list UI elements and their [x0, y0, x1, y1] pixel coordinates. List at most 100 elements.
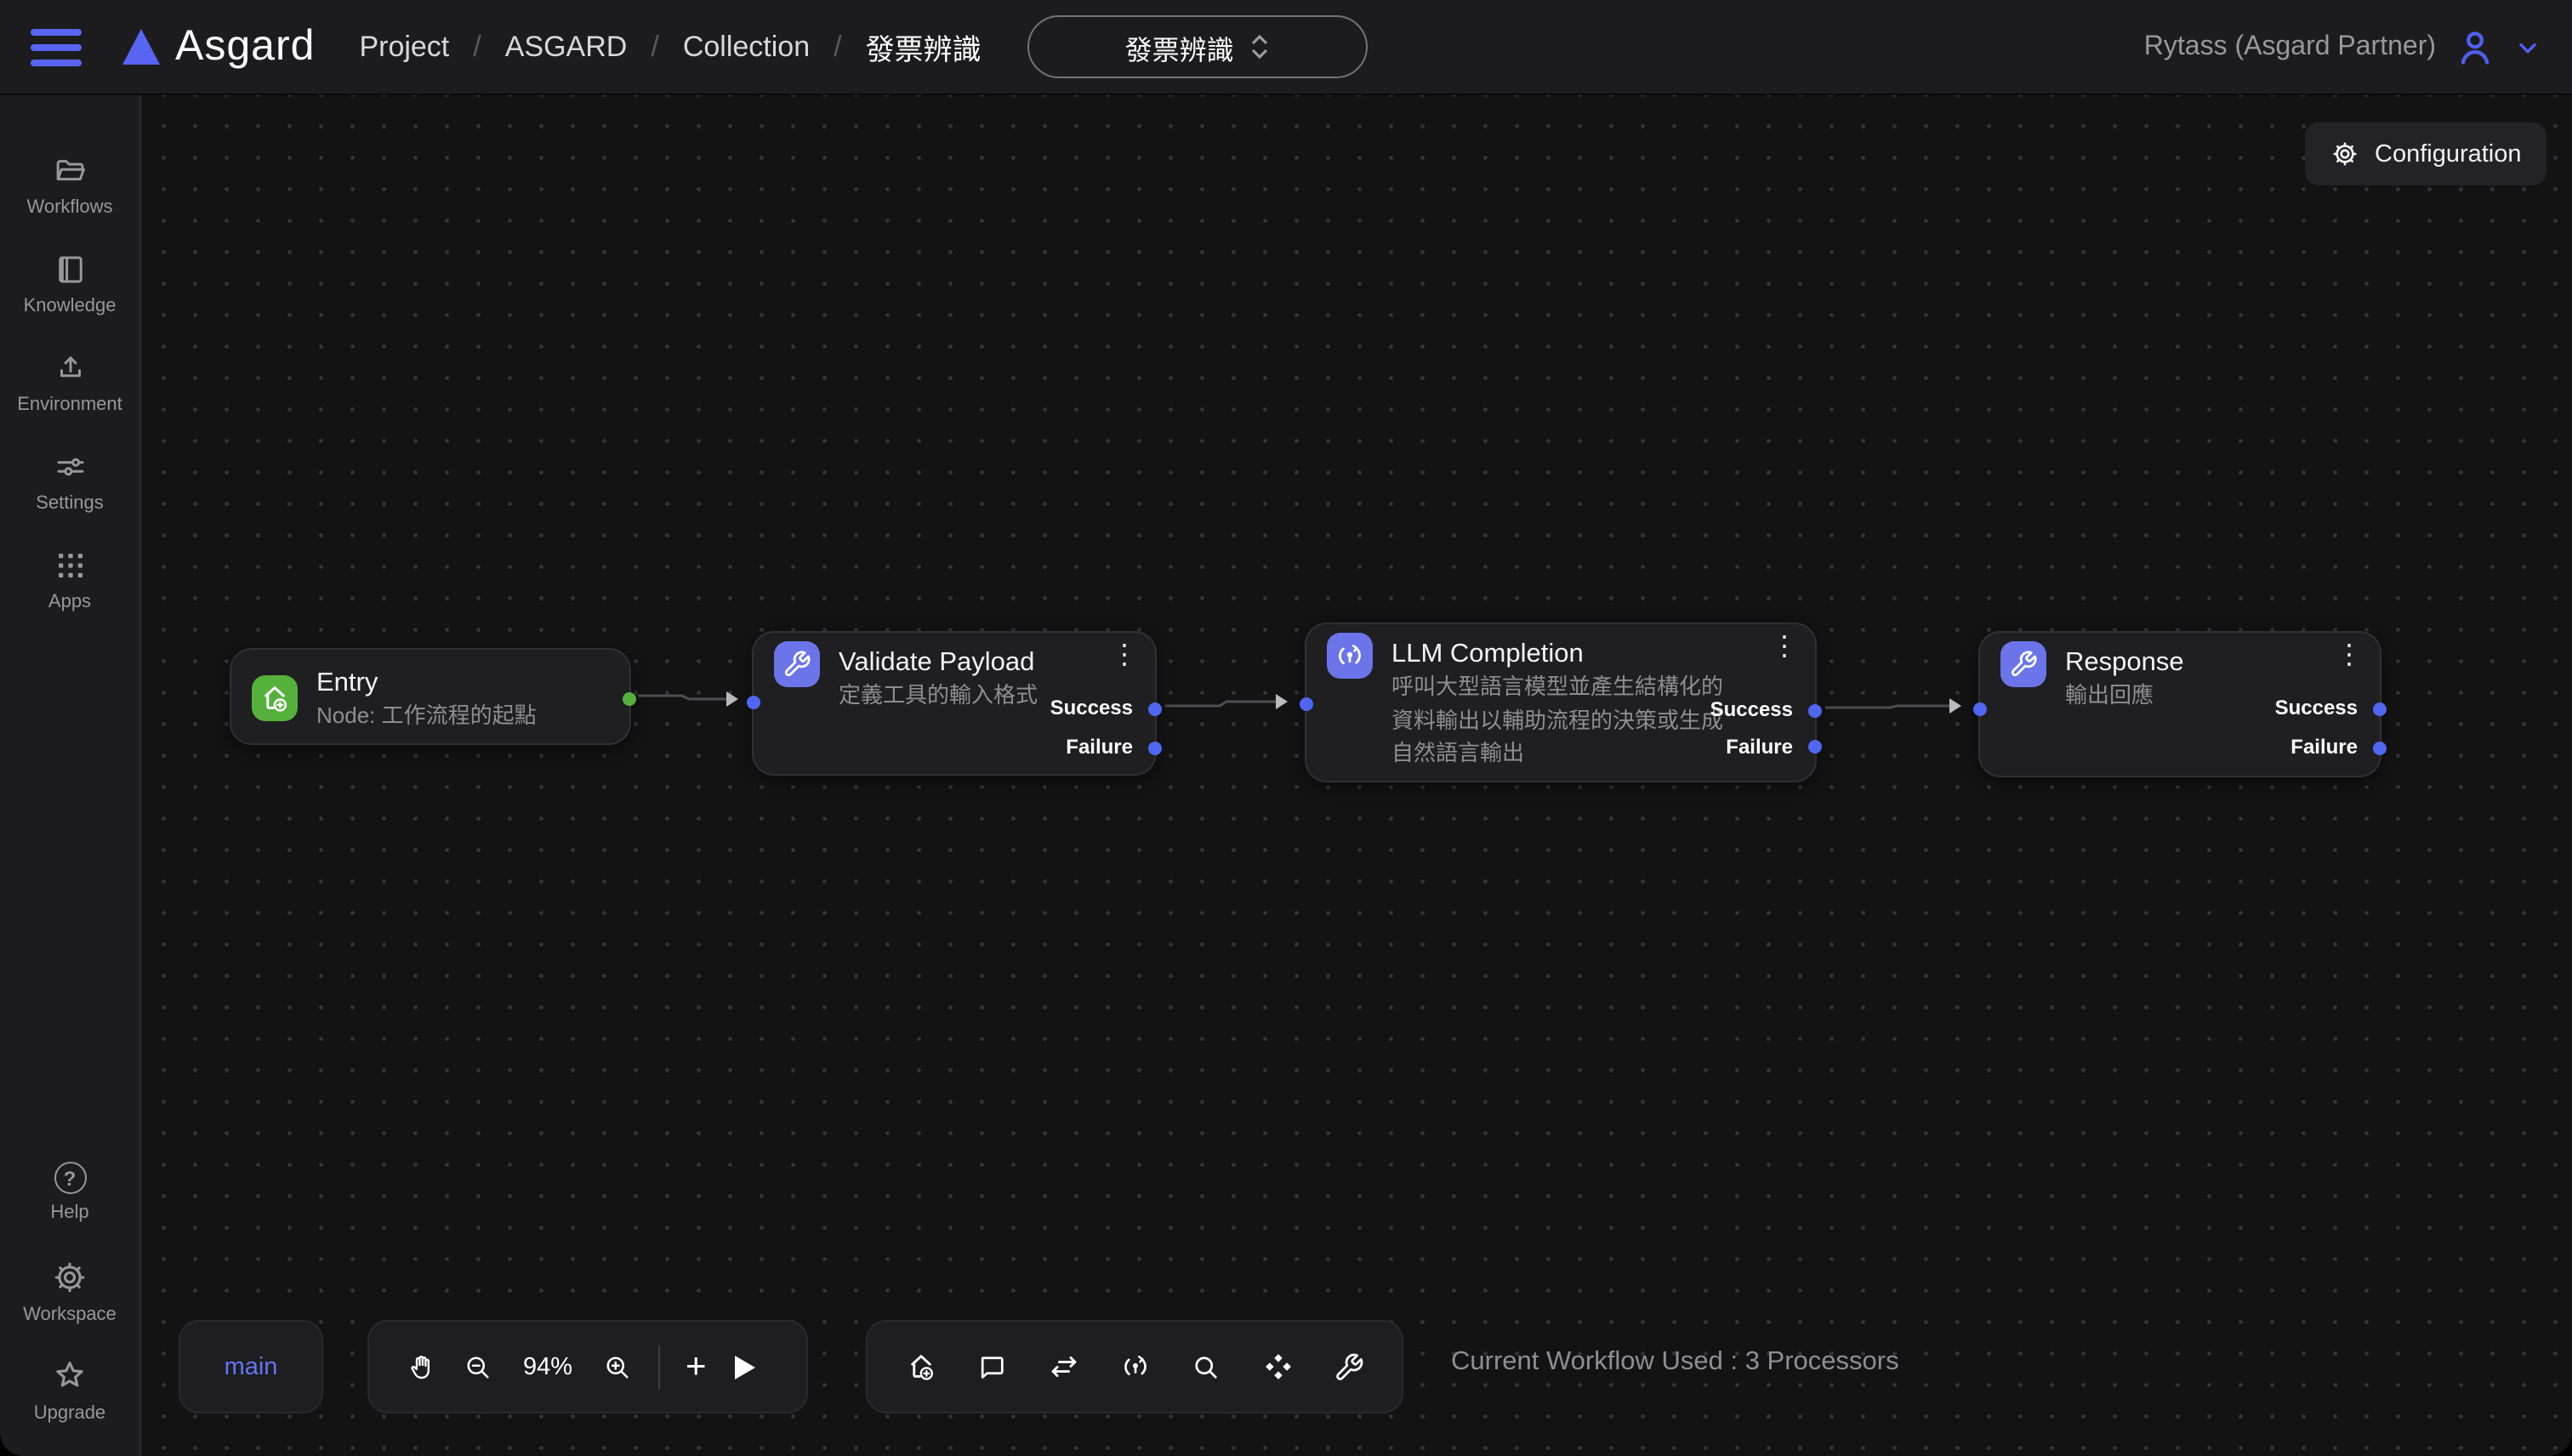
user-avatar-icon[interactable] [2453, 25, 2497, 69]
sidebar-item-label: Upgrade [34, 1402, 105, 1423]
failure-port[interactable] [1148, 741, 1162, 754]
workflow-canvas[interactable]: Configuration Entry Node: 工作流程的起點 V [141, 95, 2572, 1456]
sidebar-item-label: Workspace [23, 1304, 117, 1324]
account-chevron-down-icon[interactable] [2514, 33, 2541, 60]
output-port[interactable] [623, 691, 636, 705]
sidebar-item-workspace[interactable]: Workspace [0, 1242, 139, 1340]
failure-port[interactable] [2373, 741, 2387, 754]
run-workflow-icon[interactable] [732, 1355, 756, 1379]
workflow-usage-status: Current Workflow Used : 3 Processors [1451, 1347, 1899, 1378]
node-subtitle: Node: 工作流程的起點 [316, 699, 537, 732]
branch-main-button[interactable]: main [179, 1320, 323, 1413]
breadcrumb-item-asgard[interactable]: ASGARD [505, 30, 628, 64]
sidebar-item-label: Apps [48, 592, 91, 612]
kebab-menu-icon[interactable]: ⋮ [1771, 634, 1798, 662]
sidebar-footer: ? Help Workspace Upgrade [0, 1143, 139, 1439]
breadcrumb-item-project[interactable]: Project [359, 30, 449, 64]
output-label-failure: Failure [1726, 734, 1793, 758]
sidebar-item-settings[interactable]: Settings [0, 432, 139, 531]
add-entry-node-icon[interactable] [904, 1351, 936, 1383]
input-port[interactable] [747, 695, 760, 708]
kebab-menu-icon[interactable]: ⋮ [2336, 643, 2363, 670]
home-plus-icon [252, 675, 298, 721]
success-port[interactable] [2373, 702, 2387, 715]
sidebar-item-knowledge[interactable]: Knowledge [0, 235, 139, 333]
tools-wrench-icon[interactable] [1334, 1351, 1364, 1382]
llm-node-icon[interactable] [1119, 1351, 1152, 1383]
node-response[interactable]: Response 輸出回應 ⋮ Success Failure [1978, 631, 2381, 777]
output-label-success: Success [2275, 696, 2358, 719]
book-icon [52, 252, 88, 287]
success-port[interactable] [1808, 703, 1822, 717]
kebab-menu-icon[interactable]: ⋮ [1111, 643, 1138, 670]
node-validate-payload[interactable]: Validate Payload 定義工具的輸入格式 ⋮ Success Fai… [752, 631, 1157, 776]
hamburger-menu-icon[interactable] [31, 28, 82, 65]
output-label-failure: Failure [1066, 735, 1133, 759]
comment-icon[interactable] [976, 1351, 1007, 1382]
user-account-label: Rytass (Asgard Partner) [2144, 31, 2436, 62]
configuration-button[interactable]: Configuration [2305, 122, 2547, 185]
top-bar: Asgard Project / ASGARD / Collection / 發… [0, 0, 2572, 95]
pan-hand-icon[interactable] [407, 1351, 437, 1382]
sidebar-item-upgrade[interactable]: Upgrade [0, 1340, 139, 1439]
breadcrumb-separator: / [651, 30, 658, 64]
node-llm-completion[interactable]: LLM Completion 呼叫大型語言模型並產生結構化的資料輸出以輔助流程的… [1305, 623, 1817, 782]
node-entry[interactable]: Entry Node: 工作流程的起點 [230, 648, 631, 745]
sidebar-item-apps[interactable]: Apps [0, 531, 139, 629]
input-port[interactable] [1300, 697, 1313, 711]
asgard-logo-icon [122, 29, 160, 65]
gear-icon [51, 1258, 88, 1295]
zoom-in-icon[interactable] [602, 1351, 633, 1382]
node-title: Entry [316, 667, 378, 699]
sidebar-item-environment[interactable]: Environment [0, 333, 139, 432]
sidebar: Workflows Knowledge Environment Settings… [0, 95, 141, 1456]
breadcrumb-separator: / [473, 30, 481, 64]
sidebar-item-label: Settings [36, 493, 104, 514]
breadcrumb: Project / ASGARD / Collection / 發票辨識 [359, 26, 981, 68]
llm-bulb-icon [1327, 633, 1373, 679]
failure-port[interactable] [1808, 740, 1822, 754]
workflow-selector[interactable]: 發票辨識 [1027, 15, 1368, 78]
search-icon[interactable] [1192, 1351, 1222, 1382]
node-subtitle: 輸出回應 [2065, 679, 2154, 712]
workflow-selector-value: 發票辨識 [1125, 26, 1234, 67]
upload-icon [52, 350, 88, 386]
help-circle-icon: ? [54, 1162, 86, 1194]
gear-icon [2330, 139, 2359, 168]
add-icon[interactable]: + [686, 1350, 707, 1384]
sliders-icon [52, 449, 88, 485]
output-label-failure: Failure [2290, 735, 2358, 759]
star-icon [51, 1356, 88, 1394]
node-subtitle: 定義工具的輸入格式 [839, 679, 1038, 712]
brand-title: Asgard [175, 22, 315, 71]
components-diamonds-icon[interactable] [1262, 1351, 1295, 1383]
breadcrumb-separator: / [834, 30, 841, 64]
node-title: LLM Completion [1391, 638, 1584, 670]
wrench-icon [774, 641, 820, 687]
output-label-success: Success [1710, 697, 1793, 721]
zoom-level-value: 94% [519, 1353, 577, 1380]
wrench-icon [2000, 641, 2046, 687]
node-title: Response [2065, 646, 2184, 679]
topbar-right: Rytass (Asgard Partner) [2144, 25, 2541, 69]
asgard-workflow-editor: Asgard Project / ASGARD / Collection / 發… [0, 0, 2572, 1456]
breadcrumb-item-workflow: 發票辨識 [866, 26, 982, 68]
view-controls-toolbar: 94% + [367, 1320, 808, 1413]
sidebar-item-label: Help [50, 1203, 88, 1223]
success-port[interactable] [1148, 702, 1162, 715]
swap-arrows-icon[interactable] [1047, 1351, 1079, 1383]
sidebar-item-workflows[interactable]: Workflows [0, 136, 139, 235]
apps-grid-icon [52, 548, 88, 583]
sidebar-item-help[interactable]: ? Help [0, 1143, 139, 1242]
node-subtitle: 呼叫大型語言模型並產生結構化的資料輸出以輔助流程的決策或生成自然語言輸出 [1391, 670, 1742, 770]
toolbar-divider [658, 1345, 660, 1389]
breadcrumb-item-collection[interactable]: Collection [683, 30, 810, 64]
configuration-button-label: Configuration [2375, 140, 2522, 168]
node-tools-toolbar [866, 1320, 1403, 1413]
zoom-out-icon[interactable] [463, 1351, 493, 1382]
sidebar-item-label: Workflows [26, 197, 112, 218]
folder-icon [52, 153, 88, 189]
node-title: Validate Payload [839, 646, 1034, 679]
input-port[interactable] [1973, 702, 1987, 715]
chevron-updown-icon [1251, 34, 1270, 60]
